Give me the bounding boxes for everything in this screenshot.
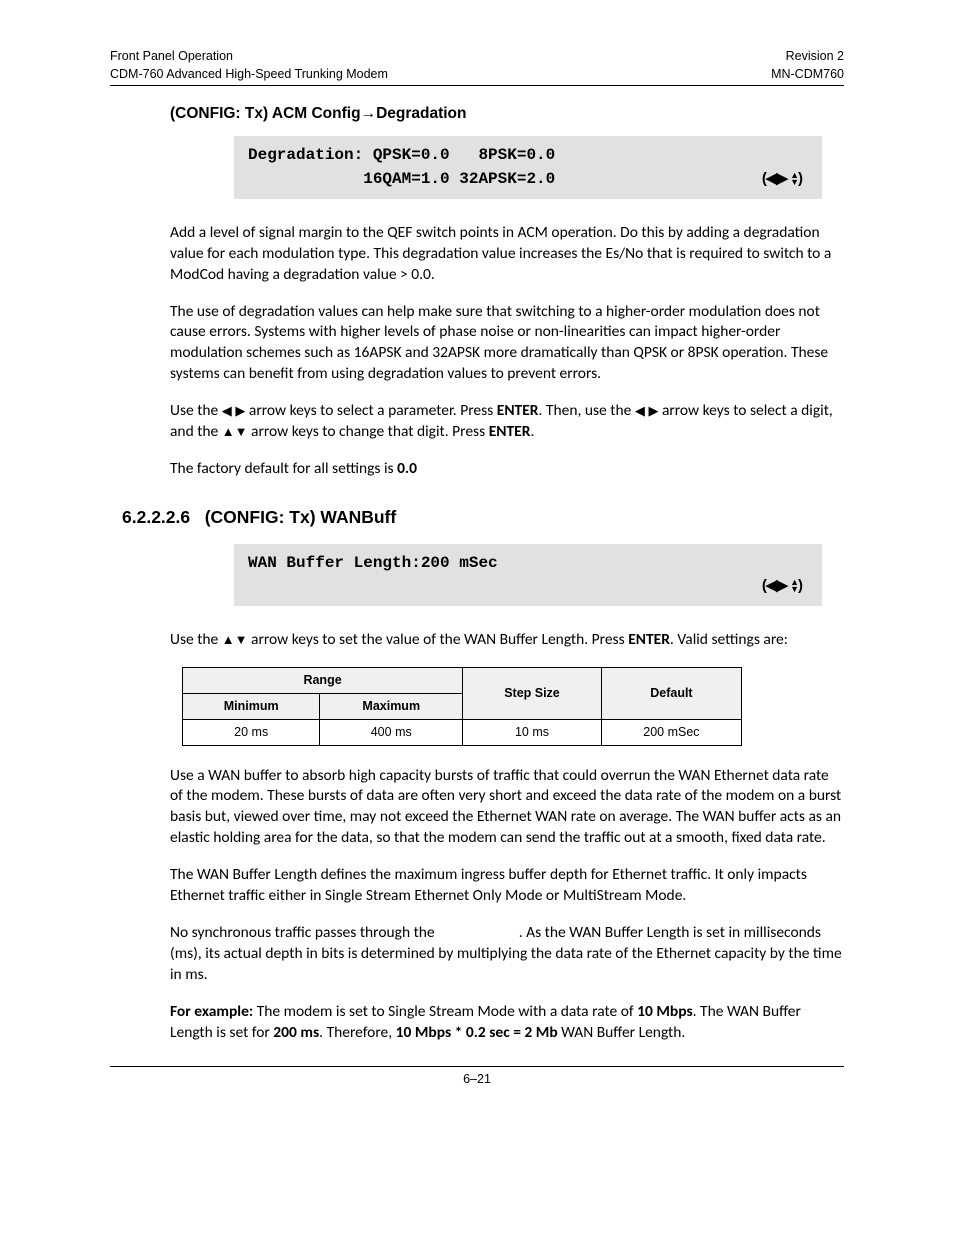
lcd-line-2: 16QAM=1.0 32APSK=2.0 — [248, 168, 555, 191]
paragraph-sync-traffic: No synchronous traffic passes through th… — [170, 923, 844, 986]
paragraph-wanbuff-length: The WAN Buffer Length defines the maximu… — [170, 865, 844, 907]
lcd-display-degradation: Degradation: QPSK=0.0 8PSK=0.0 16QAM=1.0… — [234, 136, 822, 198]
left-right-arrow-icon: ◀ ▶ — [635, 403, 659, 418]
paragraph-wanbuff-purpose: Use a WAN buffer to absorb high capacity… — [170, 766, 844, 850]
up-down-arrow-icon: ▲▼ — [222, 632, 248, 647]
arrow-right-icon: → — [361, 105, 377, 122]
range-table: Range Step Size Default Minimum Maximum … — [182, 667, 742, 746]
nav-arrows-icon: (◀▶ ▲▼) — [762, 575, 808, 597]
enter-key-label: ENTER — [628, 630, 670, 649]
th-min: Minimum — [183, 693, 320, 719]
lcd-line-2-spacer — [248, 575, 258, 598]
lcd-display-wanbuff: WAN Buffer Length:200 mSec (◀▶ ▲▼) — [234, 544, 822, 606]
paragraph-factory-default: The factory default for all settings is … — [170, 459, 844, 480]
paragraph-degradation-intro: Add a level of signal margin to the QEF … — [170, 223, 844, 286]
table-header-row-1: Range Step Size Default — [183, 667, 742, 693]
header-left-2: CDM-760 Advanced High-Speed Trunking Mod… — [110, 66, 388, 82]
lcd-line-1: WAN Buffer Length:200 mSec — [248, 554, 498, 572]
td-step: 10 ms — [463, 719, 602, 745]
paragraph-key-instructions: Use the ◀ ▶ arrow keys to select a param… — [170, 401, 844, 443]
heading-suffix: Degradation — [376, 105, 466, 122]
paragraph-example: For example: The modem is set to Single … — [170, 1002, 844, 1044]
th-default: Default — [601, 667, 741, 719]
example-rate: 10 Mbps — [637, 1002, 693, 1021]
paragraph-wanbuff-keys: Use the ▲▼ arrow keys to set the value o… — [170, 630, 844, 651]
td-min: 20 ms — [183, 719, 320, 745]
th-max: Maximum — [320, 693, 463, 719]
enter-key-label: ENTER — [489, 422, 531, 441]
enter-key-label: ENTER — [497, 401, 539, 420]
footer-rule — [110, 1066, 844, 1067]
default-value: 0.0 — [397, 459, 417, 478]
td-default: 200 mSec — [601, 719, 741, 745]
left-right-arrow-icon: ◀ ▶ — [222, 403, 246, 418]
header-right-2: MN-CDM760 — [771, 66, 844, 82]
page-subheader: CDM-760 Advanced High-Speed Trunking Mod… — [110, 66, 844, 82]
nav-arrows-icon: (◀▶ ▲▼) — [762, 168, 808, 190]
section-heading-wanbuff: 6.2.2.2.6 (CONFIG: Tx) WANBuff — [122, 506, 844, 530]
page-number: 6–21 — [110, 1071, 844, 1088]
heading-prefix: (CONFIG: Tx) ACM Config — [170, 105, 361, 122]
example-calc: 10 Mbps * 0.2 sec = 2 Mb — [396, 1023, 558, 1042]
example-label: For example: — [170, 1002, 253, 1021]
th-step: Step Size — [463, 667, 602, 719]
page-body: (CONFIG: Tx) ACM Config→Degradation Degr… — [170, 104, 844, 1044]
header-rule — [110, 85, 844, 86]
table-row: 20 ms 400 ms 10 ms 200 mSec — [183, 719, 742, 745]
paragraph-degradation-usage: The use of degradation values can help m… — [170, 302, 844, 386]
header-left-1: Front Panel Operation — [110, 48, 233, 64]
example-length: 200 ms — [273, 1023, 319, 1042]
lcd-line-1: Degradation: QPSK=0.0 8PSK=0.0 — [248, 146, 555, 164]
up-down-arrow-icon: ▲▼ — [222, 424, 248, 439]
section-number: 6.2.2.2.6 — [122, 507, 190, 527]
td-max: 400 ms — [320, 719, 463, 745]
page-header: Front Panel Operation Revision 2 — [110, 48, 844, 64]
section-title: (CONFIG: Tx) WANBuff — [205, 507, 397, 527]
header-right-1: Revision 2 — [786, 48, 844, 64]
th-range: Range — [183, 667, 463, 693]
section-heading-degradation: (CONFIG: Tx) ACM Config→Degradation — [170, 104, 844, 125]
